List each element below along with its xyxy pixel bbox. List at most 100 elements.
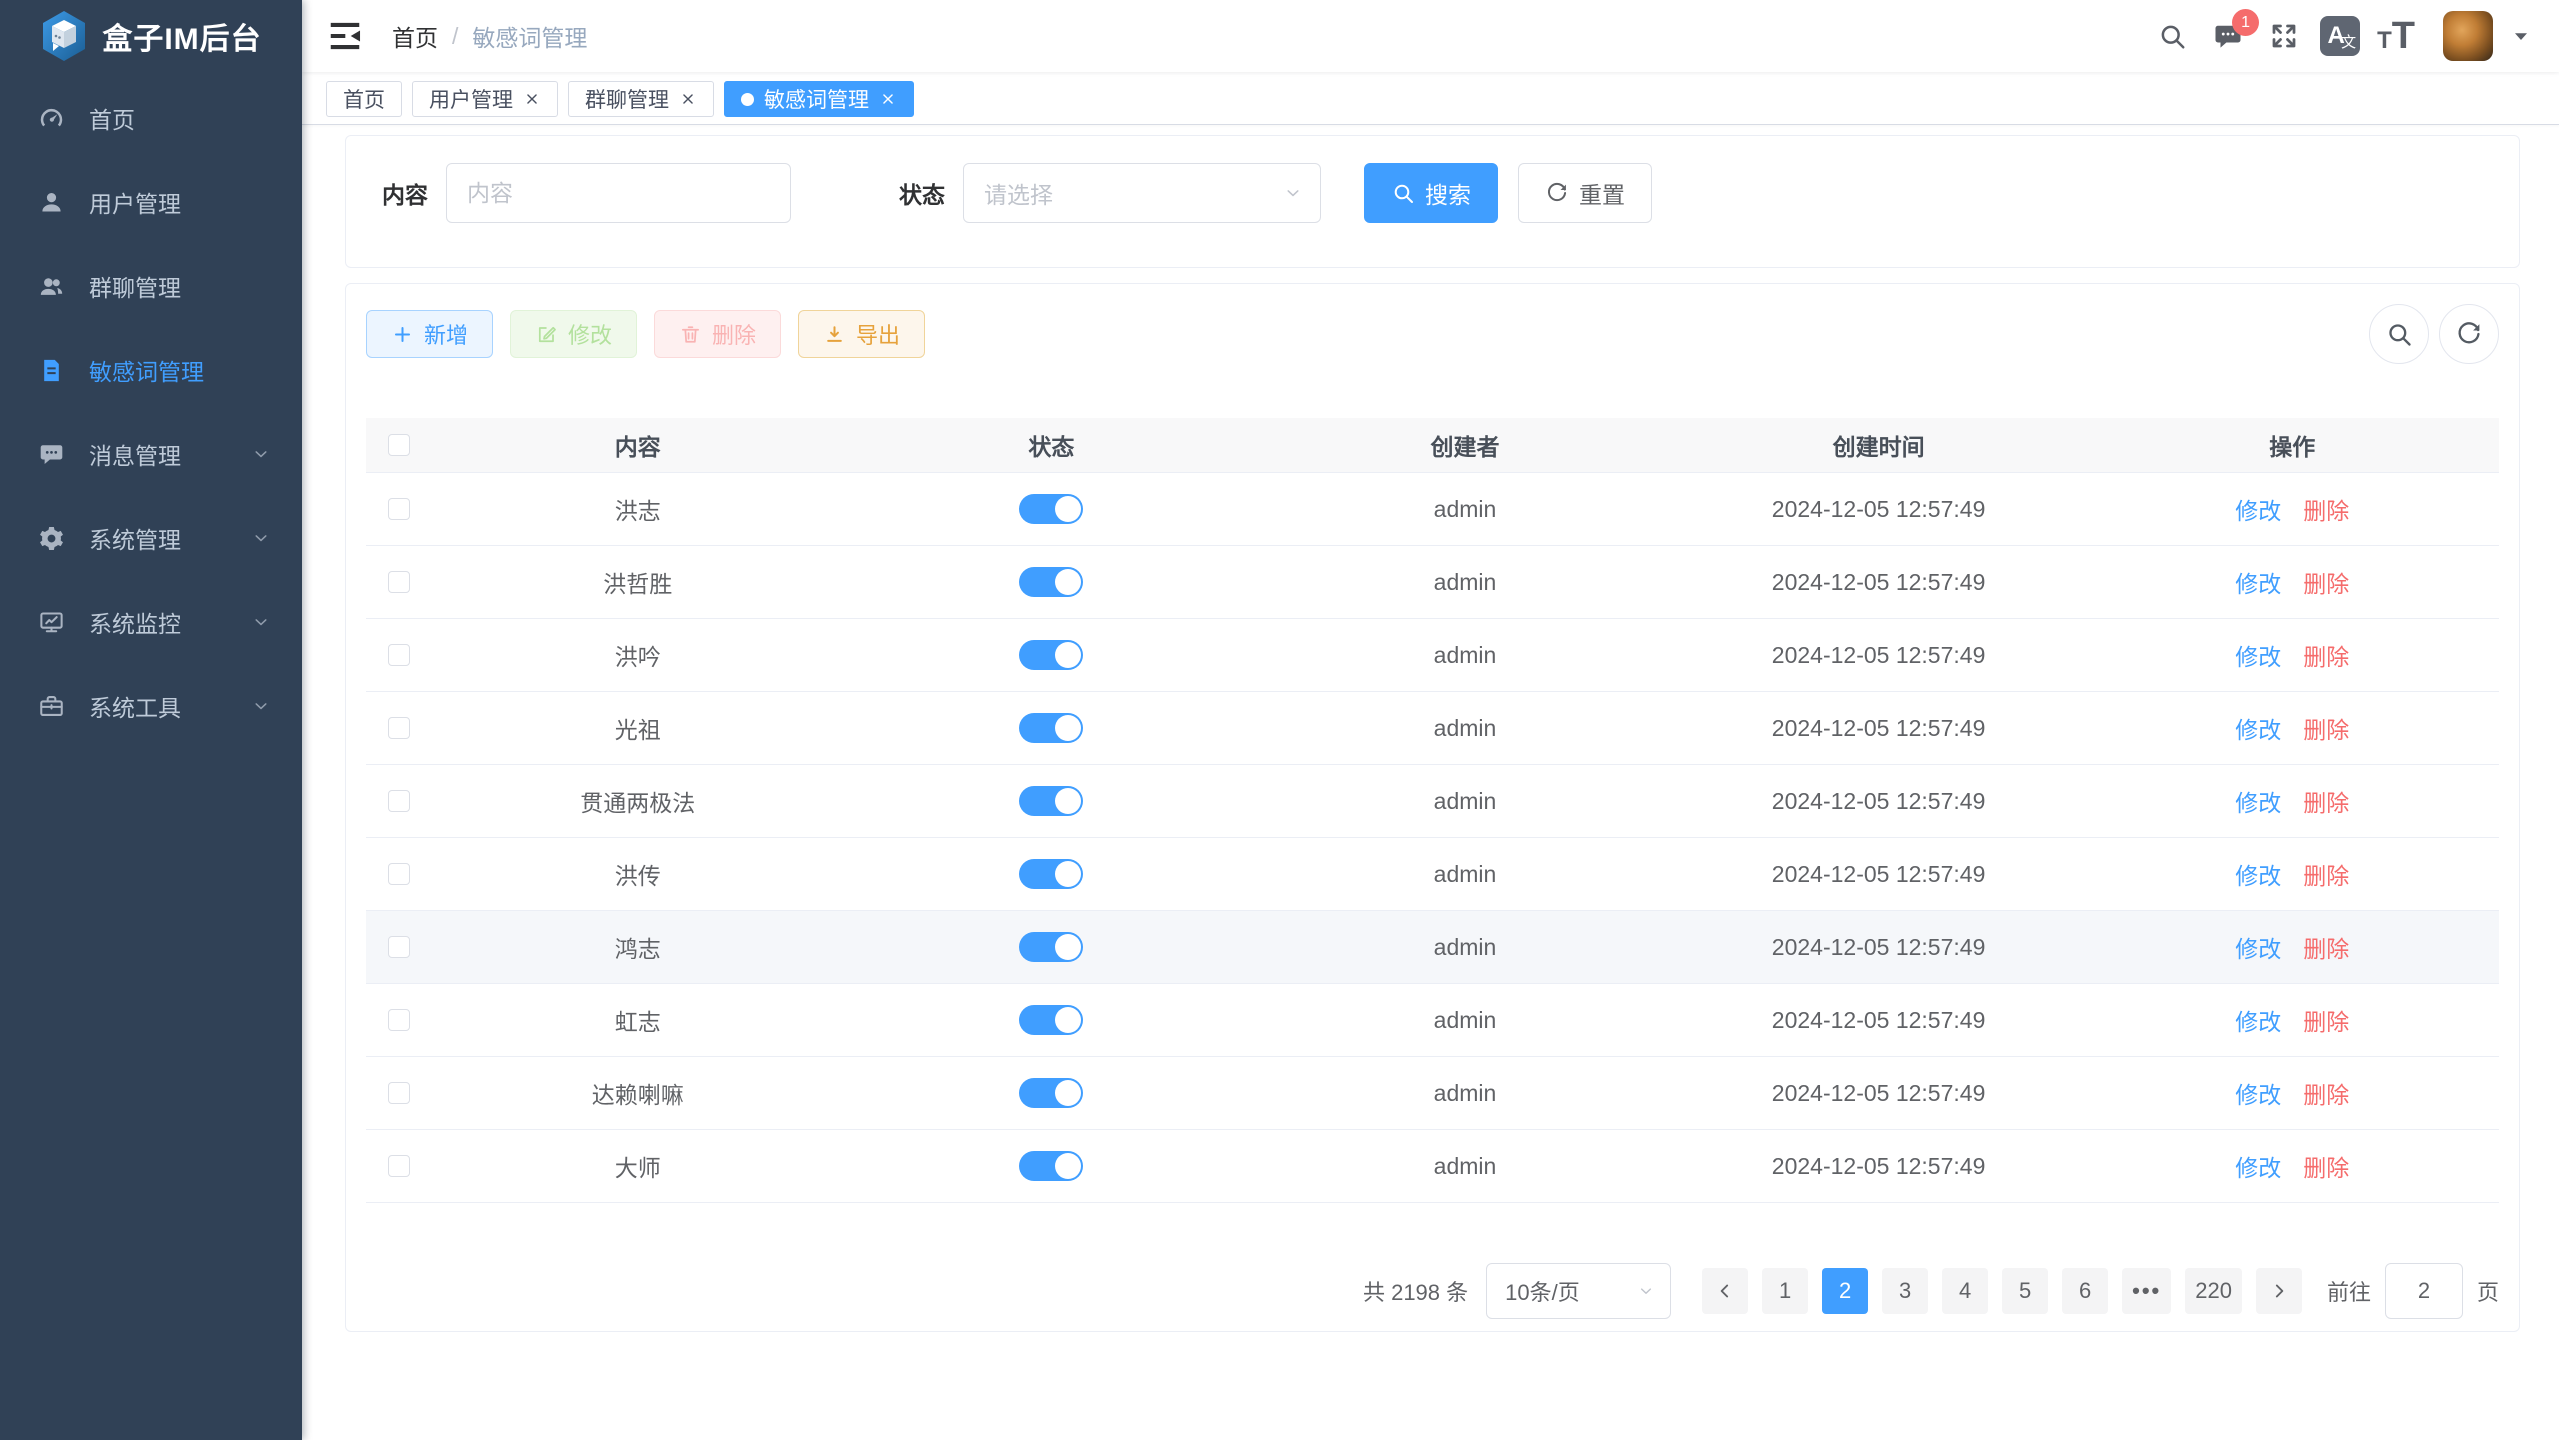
edit-link[interactable]: 修改 xyxy=(2235,1076,2281,1110)
tab-home[interactable]: 首页 xyxy=(326,81,402,117)
table-row[interactable]: 达赖喇嘛 admin 2024-12-05 12:57:49 修改 删除 xyxy=(366,1057,2499,1130)
table-row[interactable]: 洪志 admin 2024-12-05 12:57:49 修改 删除 xyxy=(366,473,2499,546)
user-avatar[interactable] xyxy=(2443,11,2493,61)
table-row[interactable]: 洪吟 admin 2024-12-05 12:57:49 修改 删除 xyxy=(366,619,2499,692)
sidebar-item-message-mgmt[interactable]: 消息管理 xyxy=(0,412,302,496)
status-toggle[interactable] xyxy=(1019,713,1083,743)
delete-link[interactable]: 删除 xyxy=(2303,1076,2349,1110)
status-toggle[interactable] xyxy=(1019,1151,1083,1181)
page-button-1[interactable]: 1 xyxy=(1762,1268,1808,1314)
edit-link[interactable]: 修改 xyxy=(2235,784,2281,818)
row-checkbox[interactable] xyxy=(388,1082,410,1104)
sidebar-item-system-tools[interactable]: 系统工具 xyxy=(0,664,302,748)
tab-sensitive-words[interactable]: 敏感词管理 xyxy=(724,81,914,117)
row-checkbox[interactable] xyxy=(388,498,410,520)
delete-link[interactable]: 删除 xyxy=(2303,784,2349,818)
sidebar-item-user-mgmt[interactable]: 用户管理 xyxy=(0,160,302,244)
edit-link[interactable]: 修改 xyxy=(2235,492,2281,526)
reset-button[interactable]: 重置 xyxy=(1518,163,1652,223)
close-icon[interactable] xyxy=(879,90,897,108)
status-toggle[interactable] xyxy=(1019,1005,1083,1035)
row-checkbox[interactable] xyxy=(388,1155,410,1177)
edit-link[interactable]: 修改 xyxy=(2235,1149,2281,1183)
header-search-icon[interactable] xyxy=(2149,13,2195,59)
add-button[interactable]: 新增 xyxy=(366,310,493,358)
status-select[interactable]: 请选择 xyxy=(963,163,1321,223)
pagination-ellipsis[interactable]: ••• xyxy=(2122,1268,2171,1314)
delete-link[interactable]: 删除 xyxy=(2303,1149,2349,1183)
delete-link[interactable]: 删除 xyxy=(2303,492,2349,526)
page-button-5[interactable]: 5 xyxy=(2002,1268,2048,1314)
cell-content: 虹志 xyxy=(615,1003,661,1037)
sidebar-item-system-monitor[interactable]: 系统监控 xyxy=(0,580,302,664)
search-button[interactable]: 搜索 xyxy=(1364,163,1498,223)
table-row[interactable]: 虹志 admin 2024-12-05 12:57:49 修改 删除 xyxy=(366,984,2499,1057)
table-row[interactable]: 贯通两极法 admin 2024-12-05 12:57:49 修改 删除 xyxy=(366,765,2499,838)
user-menu-caret-icon[interactable] xyxy=(2509,24,2533,48)
page-button-3[interactable]: 3 xyxy=(1882,1268,1928,1314)
messages-icon[interactable]: 1 xyxy=(2205,13,2251,59)
row-checkbox[interactable] xyxy=(388,717,410,739)
page-button-220[interactable]: 220 xyxy=(2185,1268,2242,1314)
sidebar-item-label: 系统工具 xyxy=(89,689,250,723)
edit-link[interactable]: 修改 xyxy=(2235,638,2281,672)
table-row[interactable]: 洪传 admin 2024-12-05 12:57:49 修改 删除 xyxy=(366,838,2499,911)
font-size-icon[interactable]: T T xyxy=(2373,19,2419,53)
delete-link[interactable]: 删除 xyxy=(2303,711,2349,745)
edit-button[interactable]: 修改 xyxy=(510,310,637,358)
language-switch-icon[interactable]: A 文 xyxy=(2317,13,2363,59)
sidebar-collapse-icon[interactable] xyxy=(326,17,364,55)
tab-user-mgmt[interactable]: 用户管理 xyxy=(412,81,558,117)
delete-button[interactable]: 删除 xyxy=(654,310,781,358)
edit-link[interactable]: 修改 xyxy=(2235,930,2281,964)
tab-group-mgmt[interactable]: 群聊管理 xyxy=(568,81,714,117)
row-checkbox[interactable] xyxy=(388,571,410,593)
sidebar-item-group-mgmt[interactable]: 群聊管理 xyxy=(0,244,302,328)
delete-link[interactable]: 删除 xyxy=(2303,930,2349,964)
sidebar-item-home[interactable]: 首页 xyxy=(0,76,302,160)
delete-link[interactable]: 删除 xyxy=(2303,1003,2349,1037)
page-button-4[interactable]: 4 xyxy=(1942,1268,1988,1314)
row-checkbox[interactable] xyxy=(388,863,410,885)
export-button[interactable]: 导出 xyxy=(798,310,925,358)
edit-link[interactable]: 修改 xyxy=(2235,565,2281,599)
status-toggle[interactable] xyxy=(1019,859,1083,889)
delete-link[interactable]: 删除 xyxy=(2303,857,2349,891)
select-all-checkbox[interactable] xyxy=(388,434,410,456)
fullscreen-icon[interactable] xyxy=(2261,13,2307,59)
edit-link[interactable]: 修改 xyxy=(2235,857,2281,891)
status-toggle[interactable] xyxy=(1019,567,1083,597)
status-toggle[interactable] xyxy=(1019,640,1083,670)
table-row[interactable]: 大师 admin 2024-12-05 12:57:49 修改 删除 xyxy=(366,1130,2499,1203)
row-checkbox[interactable] xyxy=(388,644,410,666)
page-size-select[interactable]: 10条/页 xyxy=(1486,1263,1671,1319)
edit-link[interactable]: 修改 xyxy=(2235,711,2281,745)
pagination-next-button[interactable] xyxy=(2256,1268,2302,1314)
refresh-table-button[interactable] xyxy=(2439,304,2499,364)
breadcrumb-item-home[interactable]: 首页 xyxy=(392,19,438,53)
table-row[interactable]: 鸿志 admin 2024-12-05 12:57:49 修改 删除 xyxy=(366,911,2499,984)
status-toggle[interactable] xyxy=(1019,494,1083,524)
edit-link[interactable]: 修改 xyxy=(2235,1003,2281,1037)
page-button-6[interactable]: 6 xyxy=(2062,1268,2108,1314)
delete-link[interactable]: 删除 xyxy=(2303,565,2349,599)
show-search-button[interactable] xyxy=(2369,304,2429,364)
page-button-2[interactable]: 2 xyxy=(1822,1268,1868,1314)
status-toggle[interactable] xyxy=(1019,932,1083,962)
status-toggle[interactable] xyxy=(1019,1078,1083,1108)
app-logo[interactable]: 盒子IM后台 xyxy=(0,0,302,72)
delete-link[interactable]: 删除 xyxy=(2303,638,2349,672)
content-input[interactable] xyxy=(446,163,791,223)
row-checkbox[interactable] xyxy=(388,936,410,958)
status-toggle[interactable] xyxy=(1019,786,1083,816)
table-row[interactable]: 洪哲胜 admin 2024-12-05 12:57:49 修改 删除 xyxy=(366,546,2499,619)
sidebar-item-sensitive-words[interactable]: 敏感词管理 xyxy=(0,328,302,412)
row-checkbox[interactable] xyxy=(388,1009,410,1031)
close-icon[interactable] xyxy=(679,90,697,108)
pagination-prev-button[interactable] xyxy=(1702,1268,1748,1314)
row-checkbox[interactable] xyxy=(388,790,410,812)
close-icon[interactable] xyxy=(523,90,541,108)
table-row[interactable]: 光祖 admin 2024-12-05 12:57:49 修改 删除 xyxy=(366,692,2499,765)
goto-page-input[interactable] xyxy=(2385,1263,2463,1319)
sidebar-item-system-mgmt[interactable]: 系统管理 xyxy=(0,496,302,580)
